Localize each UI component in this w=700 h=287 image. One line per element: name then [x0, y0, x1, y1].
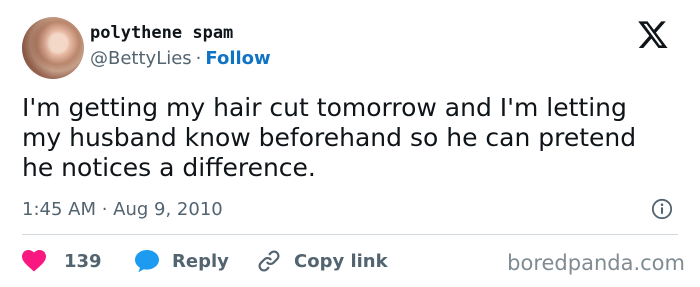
speech-bubble-icon — [135, 250, 159, 273]
copy-link-button[interactable]: Copy link — [256, 248, 388, 274]
x-logo-icon[interactable] — [636, 18, 670, 50]
user-handle[interactable]: @BettyLies — [90, 48, 192, 69]
separator-dot: · — [195, 48, 202, 69]
like-count: 139 — [64, 250, 102, 272]
divider — [22, 234, 678, 235]
tweet-timestamp[interactable]: 1:45 AM · Aug 9, 2010 — [22, 199, 223, 220]
tweet-card: polythene spam @BettyLies · Follow I'm get… — [0, 0, 700, 287]
avatar[interactable] — [22, 17, 84, 79]
display-name[interactable]: polythene spam — [90, 23, 233, 43]
copy-link-label: Copy link — [294, 250, 388, 272]
follow-button[interactable]: Follow — [205, 48, 270, 69]
watermark: boredpanda.com — [507, 251, 685, 275]
reply-label: Reply — [172, 250, 229, 272]
link-icon — [258, 250, 280, 272]
info-icon[interactable] — [651, 198, 673, 220]
heart-icon — [22, 250, 46, 272]
tweet-text: I'm getting my hair cut tomorrow and I'm… — [22, 93, 637, 182]
handle-row: @BettyLies · Follow — [90, 48, 271, 69]
reply-button[interactable]: Reply — [134, 248, 229, 274]
like-button[interactable]: 139 — [22, 248, 102, 274]
